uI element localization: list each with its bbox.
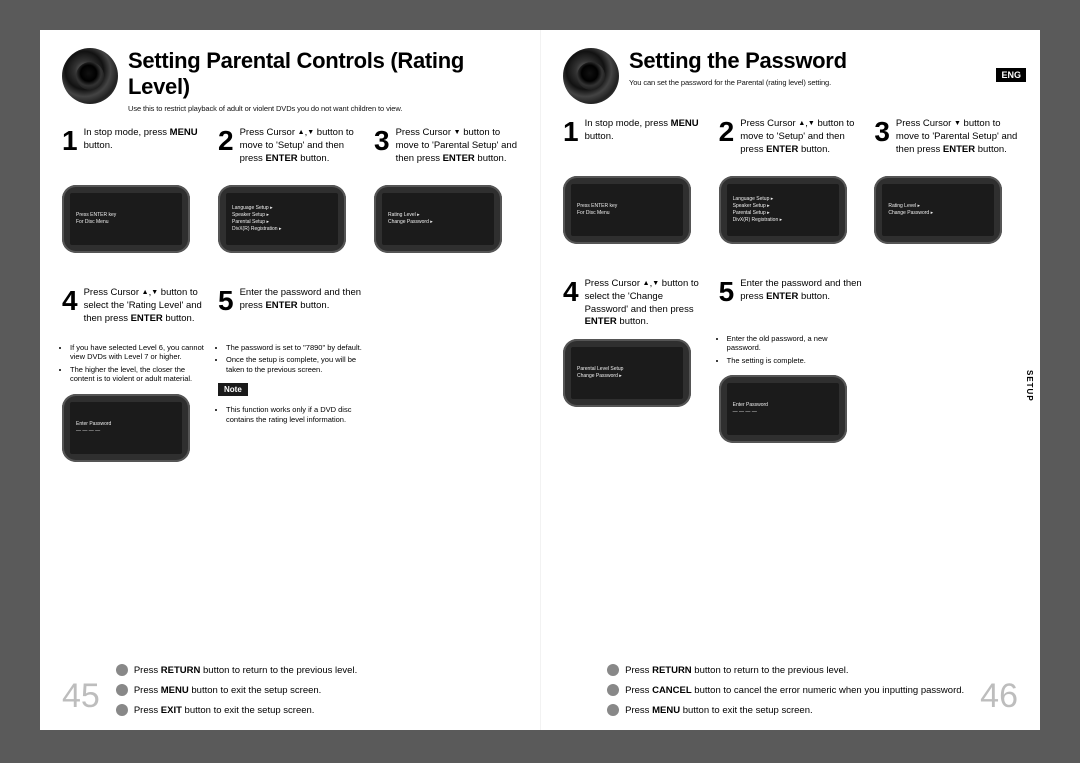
step-2: 2Press Cursor , button to move to 'Setup…	[218, 127, 362, 277]
tv-screenshot: Enter Password— — — —	[62, 394, 190, 462]
step-text: Press Cursor , button to move to 'Setup'…	[740, 118, 862, 156]
bullet-dot-icon	[116, 684, 128, 696]
step-text: Press Cursor button to move to 'Parental…	[396, 127, 518, 165]
step-text: Press Cursor , button to select the 'Rat…	[84, 287, 206, 325]
tv-screenshot: Rating Level ▸Change Password ▸	[374, 185, 502, 253]
step-text: Press Cursor button to move to 'Parental…	[896, 118, 1018, 156]
step-text: Enter the password and then press ENTER …	[240, 287, 362, 313]
page-title: Setting the Password	[629, 48, 1018, 74]
step-text: Press Cursor , button to move to 'Setup'…	[240, 127, 362, 165]
step-4: 4Press Cursor , button to select the 'Ch…	[563, 278, 707, 443]
return-line: Press EXIT button to exit the setup scre…	[116, 704, 357, 716]
return-text: Press CANCEL button to cancel the error …	[625, 685, 964, 696]
return-line: Press RETURN button to return to the pre…	[607, 664, 964, 676]
bullet-item: The setting is complete.	[727, 356, 863, 365]
tv-screenshot: Press ENTER keyFor Disc Menu	[563, 176, 691, 244]
tv-screenshot: Parental Level SetupChange Password ▸	[563, 339, 691, 407]
step-number: 4	[563, 278, 579, 306]
tv-screenshot: Press ENTER keyFor Disc Menu	[62, 185, 190, 253]
step-bullets: Enter the old password, a new password. T…	[719, 334, 863, 365]
return-text: Press RETURN button to return to the pre…	[134, 665, 357, 676]
step-5: 5Enter the password and then press ENTER…	[719, 278, 863, 443]
bullet-dot-icon	[116, 704, 128, 716]
step-text: In stop mode, press MENU button.	[585, 118, 707, 144]
steps-grid-left: 1In stop mode, press MENU button. Press E…	[62, 127, 518, 462]
page-title: Setting Parental Controls (Rating Level)	[128, 48, 518, 100]
page-number: 45	[62, 677, 100, 716]
step-number: 2	[719, 118, 735, 146]
tv-screenshot: Language Setup ▸Speaker Setup ▸Parental …	[218, 185, 346, 253]
return-instructions-right: Press RETURN button to return to the pre…	[607, 664, 964, 716]
page-right: ENG SETUP Setting the Password You can s…	[540, 30, 1040, 730]
page-left: Setting Parental Controls (Rating Level)…	[40, 30, 540, 730]
return-text: Press MENU button to exit the setup scre…	[625, 705, 812, 716]
tv-screenshot: Enter Password— — — —	[719, 375, 847, 443]
page-header: Setting Parental Controls (Rating Level)…	[62, 48, 518, 113]
speaker-icon	[563, 48, 619, 104]
tv-screenshot: Language Setup ▸Speaker Setup ▸Parental …	[719, 176, 847, 244]
tv-screenshot: Rating Level ▸Change Password ▸	[874, 176, 1002, 244]
note-badge: Note	[218, 383, 248, 396]
return-instructions-left: Press RETURN button to return to the pre…	[116, 664, 357, 716]
return-text: Press RETURN button to return to the pre…	[625, 665, 848, 676]
step-4: 4Press Cursor , button to select the 'Ra…	[62, 287, 206, 462]
page-bottom-right: Press RETURN button to return to the pre…	[563, 664, 1018, 716]
step-1: 1In stop mode, press MENU button. Press E…	[62, 127, 206, 277]
bullet-item: If you have selected Level 6, you cannot…	[70, 343, 206, 362]
step-5: 5Enter the password and then press ENTER…	[218, 287, 362, 462]
bullet-dot-icon	[116, 664, 128, 676]
bullet-item: This function works only if a DVD disc c…	[226, 405, 362, 424]
step-text: Press Cursor , button to select the 'Cha…	[585, 278, 707, 329]
step-bullets: If you have selected Level 6, you cannot…	[62, 343, 206, 384]
return-line: Press MENU button to exit the setup scre…	[116, 684, 357, 696]
bullet-dot-icon	[607, 704, 619, 716]
bullet-dot-icon	[607, 664, 619, 676]
step-number: 1	[563, 118, 579, 146]
title-block: Setting Parental Controls (Rating Level)…	[128, 48, 518, 113]
page-header: Setting the Password You can set the pas…	[563, 48, 1018, 104]
step-number: 3	[874, 118, 890, 146]
page-subtitle: Use this to restrict playback of adult o…	[128, 104, 518, 113]
step-number: 5	[719, 278, 735, 306]
step-text: Enter the password and then press ENTER …	[740, 278, 862, 304]
speaker-icon	[62, 48, 118, 104]
step-number: 1	[62, 127, 78, 155]
bullet-item: The higher the level, the closer the con…	[70, 365, 206, 384]
return-line: Press MENU button to exit the setup scre…	[607, 704, 964, 716]
title-block: Setting the Password You can set the pas…	[629, 48, 1018, 87]
return-text: Press EXIT button to exit the setup scre…	[134, 705, 315, 716]
step-number: 2	[218, 127, 234, 155]
page-number: 46	[980, 677, 1018, 716]
document-spread: Setting Parental Controls (Rating Level)…	[40, 30, 1040, 730]
language-badge: ENG	[996, 68, 1026, 82]
step-text: In stop mode, press MENU button.	[84, 127, 206, 153]
return-text: Press MENU button to exit the setup scre…	[134, 685, 321, 696]
step-bullets: The password is set to "7890" by default…	[218, 343, 362, 374]
section-tab: SETUP	[1025, 370, 1034, 402]
page-subtitle: You can set the password for the Parenta…	[629, 78, 1018, 87]
page-bottom-left: 45 Press RETURN button to return to the …	[62, 664, 518, 716]
step-3: 3Press Cursor button to move to 'Parenta…	[874, 118, 1018, 268]
step-2: 2Press Cursor , button to move to 'Setup…	[719, 118, 863, 268]
return-line: Press RETURN button to return to the pre…	[116, 664, 357, 676]
step-number: 4	[62, 287, 78, 315]
bullet-item: Enter the old password, a new password.	[727, 334, 863, 353]
bullet-dot-icon	[607, 684, 619, 696]
note-bullets: This function works only if a DVD disc c…	[218, 405, 362, 424]
steps-grid-right: 1In stop mode, press MENU button. Press E…	[563, 118, 1018, 443]
step-number: 3	[374, 127, 390, 155]
return-line: Press CANCEL button to cancel the error …	[607, 684, 964, 696]
step-number: 5	[218, 287, 234, 315]
step-1: 1In stop mode, press MENU button. Press E…	[563, 118, 707, 268]
step-3: 3Press Cursor button to move to 'Parenta…	[374, 127, 518, 277]
bullet-item: Once the setup is complete, you will be …	[226, 355, 362, 374]
bullet-item: The password is set to "7890" by default…	[226, 343, 362, 352]
